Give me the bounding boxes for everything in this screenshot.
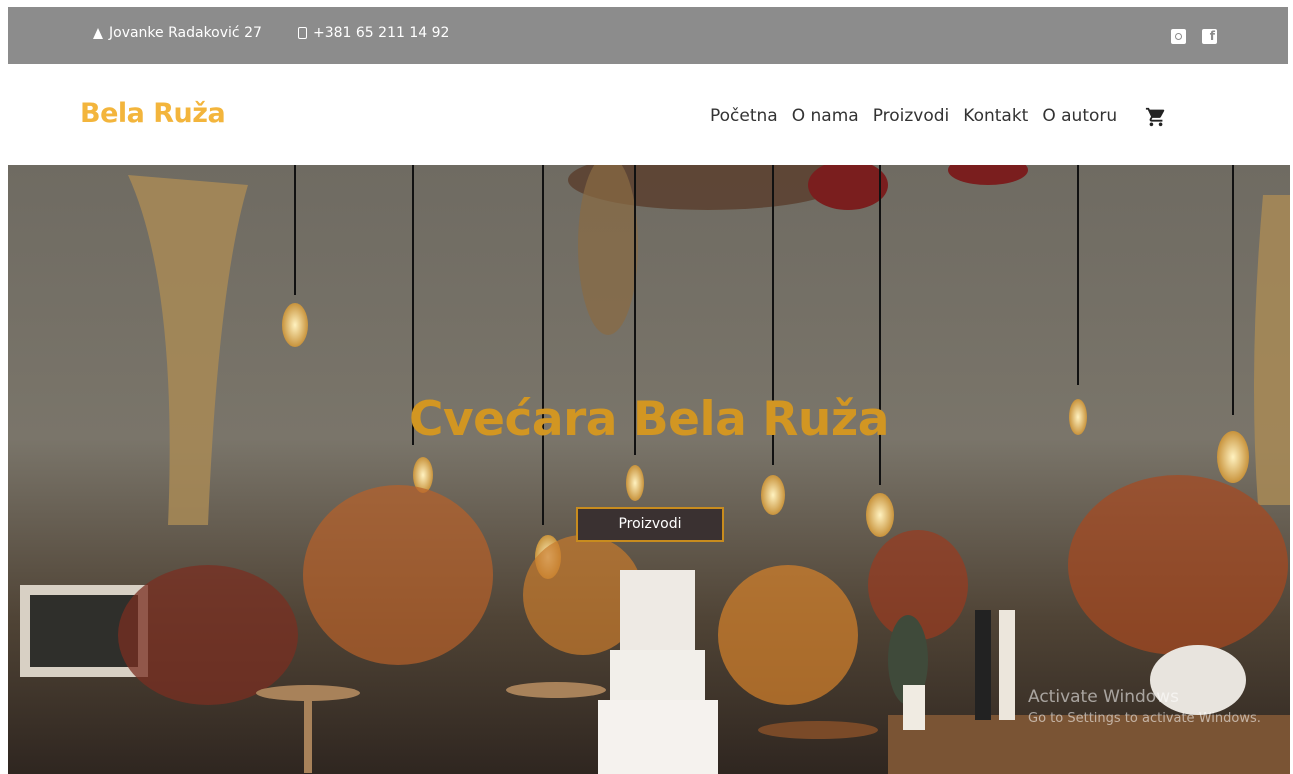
phone-icon: [298, 27, 307, 39]
address-text: Jovanke Radaković 27: [109, 25, 262, 41]
phone-text: +381 65 211 14 92: [313, 25, 450, 41]
main-navbar: Bela Ruža Početna O nama Proizvodi Konta…: [8, 64, 1288, 165]
page: Jovanke Radaković 27 +381 65 211 14 92 f…: [0, 0, 1293, 774]
cart-icon[interactable]: [1145, 104, 1167, 130]
brand-logo[interactable]: Bela Ruža: [80, 98, 226, 129]
facebook-icon[interactable]: f: [1202, 29, 1217, 44]
address-info: Jovanke Radaković 27: [93, 25, 262, 41]
nav-link-o-autoru[interactable]: O autoru: [1042, 106, 1117, 126]
hero-products-button[interactable]: Proizvodi: [576, 507, 724, 542]
nav-link-kontakt[interactable]: Kontakt: [963, 106, 1028, 126]
phone-info: +381 65 211 14 92: [298, 25, 449, 41]
instagram-icon[interactable]: [1171, 29, 1186, 44]
activate-windows-watermark: Activate Windows Go to Settings to activ…: [1028, 687, 1261, 726]
social-links: f: [1171, 29, 1217, 44]
location-icon: [93, 27, 103, 39]
hero-title: Cvećara Bela Ruža: [409, 392, 889, 447]
top-info-bar: Jovanke Radaković 27 +381 65 211 14 92 f: [8, 7, 1288, 64]
nav-link-pocetna[interactable]: Početna: [710, 106, 778, 126]
watermark-title: Activate Windows: [1028, 687, 1179, 707]
nav-link-proizvodi[interactable]: Proizvodi: [873, 106, 950, 126]
watermark-subtitle: Go to Settings to activate Windows.: [1028, 711, 1261, 726]
nav-links: Početna O nama Proizvodi Kontakt O autor…: [710, 106, 1117, 126]
nav-link-o-nama[interactable]: O nama: [792, 106, 859, 126]
hero-background-image: [8, 165, 1290, 774]
hero-banner: Cvećara Bela Ruža Proizvodi Activate Win…: [8, 165, 1290, 774]
